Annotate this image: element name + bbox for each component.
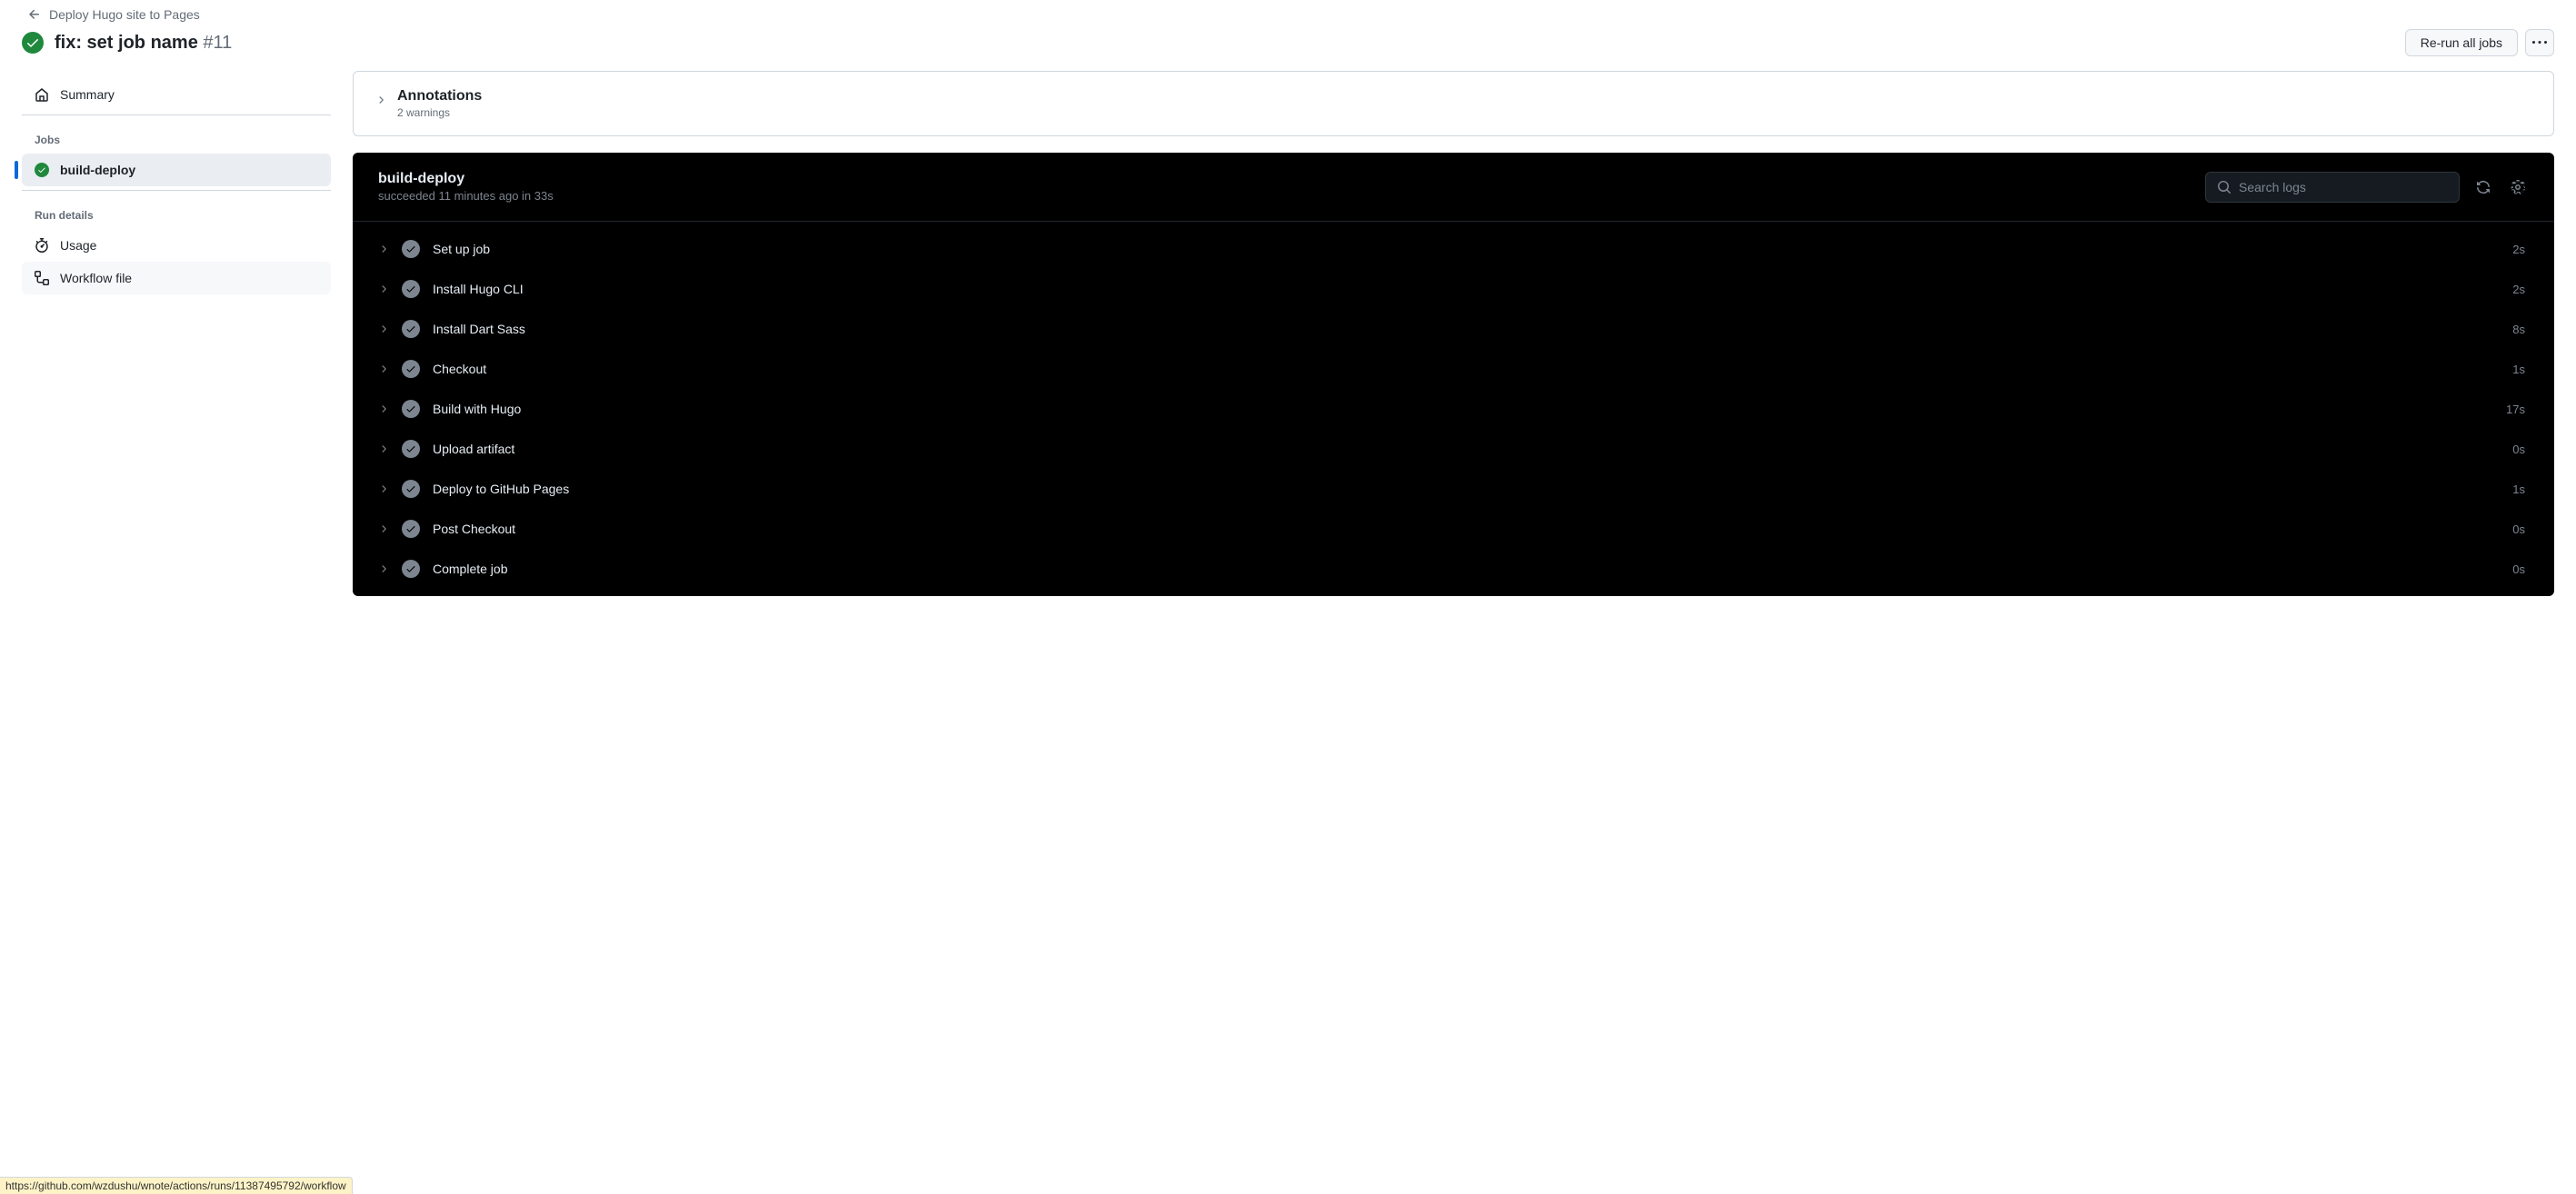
chevron-right-icon: [378, 563, 389, 574]
sidebar-item-job-build-deploy[interactable]: build-deploy: [22, 154, 331, 186]
chevron-right-icon: [378, 403, 389, 414]
log-step-duration: 0s: [2512, 562, 2529, 576]
kebab-horizontal-icon: [2532, 35, 2547, 50]
check-circle-icon: [402, 440, 420, 458]
log-step-duration: 1s: [2512, 483, 2529, 496]
sidebar-section-run-details: Run details: [22, 194, 331, 229]
check-circle-icon: [402, 360, 420, 378]
log-settings-button[interactable]: [2507, 176, 2529, 198]
log-step[interactable]: Set up job 2s: [371, 229, 2536, 269]
job-subtitle: succeeded 11 minutes ago in 33s: [378, 189, 554, 203]
gear-icon: [2511, 180, 2525, 194]
log-search-wrapper[interactable]: [2205, 172, 2460, 203]
job-title: build-deploy: [378, 171, 554, 187]
log-step-name: Build with Hugo: [433, 402, 2493, 416]
annotations-subtitle: 2 warnings: [397, 106, 482, 119]
log-step-name: Checkout: [433, 362, 2500, 376]
check-circle-icon: [402, 560, 420, 578]
sidebar-item-workflow-file[interactable]: Workflow file: [22, 262, 331, 294]
log-step-name: Set up job: [433, 242, 2500, 256]
log-step[interactable]: Upload artifact 0s: [371, 429, 2536, 469]
rerun-all-jobs-button[interactable]: Re-run all jobs: [2405, 29, 2518, 56]
search-icon: [2217, 180, 2232, 194]
run-title: fix: set job name: [55, 33, 198, 53]
log-step-duration: 0s: [2512, 522, 2529, 536]
log-step-name: Install Hugo CLI: [433, 282, 2500, 296]
log-panel: build-deploy succeeded 11 minutes ago in…: [353, 153, 2554, 596]
log-step-name: Upload artifact: [433, 442, 2500, 456]
page-header: Deploy Hugo site to Pages fix: set job n…: [22, 0, 2554, 71]
stopwatch-icon: [35, 238, 49, 253]
back-link-label: Deploy Hugo site to Pages: [49, 7, 200, 22]
refresh-logs-button[interactable]: [2472, 176, 2494, 198]
chevron-right-icon: [378, 323, 389, 334]
log-step-name: Complete job: [433, 562, 2500, 576]
log-step-duration: 2s: [2512, 283, 2529, 296]
log-step-name: Install Dart Sass: [433, 322, 2500, 336]
title-row: fix: set job name #11 Re-run all jobs: [22, 29, 2554, 56]
status-success-icon: [22, 32, 44, 54]
log-step[interactable]: Checkout 1s: [371, 349, 2536, 389]
log-step[interactable]: Deploy to GitHub Pages 1s: [371, 469, 2536, 509]
chevron-right-icon: [375, 94, 386, 108]
main-content: Annotations 2 warnings build-deploy succ…: [353, 71, 2554, 618]
sidebar-item-label: Workflow file: [60, 271, 132, 285]
log-step-duration: 1s: [2512, 363, 2529, 376]
sidebar-item-usage[interactable]: Usage: [22, 229, 331, 262]
log-steps: Set up job 2s Install Hugo CLI 2s Instal…: [353, 222, 2554, 596]
sidebar-item-label: build-deploy: [60, 163, 135, 177]
chevron-right-icon: [378, 244, 389, 254]
workflow-icon: [35, 271, 49, 285]
sidebar-item-label: Usage: [60, 238, 96, 253]
chevron-right-icon: [378, 363, 389, 374]
check-circle-icon: [402, 240, 420, 258]
log-step-duration: 0s: [2512, 443, 2529, 456]
check-circle-icon: [402, 520, 420, 538]
more-actions-button[interactable]: [2525, 29, 2554, 56]
sync-icon: [2476, 180, 2491, 194]
sidebar-item-summary[interactable]: Summary: [22, 78, 331, 111]
chevron-right-icon: [378, 483, 389, 494]
log-step[interactable]: Complete job 0s: [371, 549, 2536, 589]
check-circle-icon: [402, 480, 420, 498]
log-step[interactable]: Post Checkout 0s: [371, 509, 2536, 549]
log-step[interactable]: Install Dart Sass 8s: [371, 309, 2536, 349]
log-step-duration: 8s: [2512, 323, 2529, 336]
check-circle-icon: [35, 163, 49, 177]
sidebar-section-jobs: Jobs: [22, 119, 331, 154]
log-step-name: Deploy to GitHub Pages: [433, 482, 2500, 496]
annotations-title: Annotations: [397, 88, 482, 104]
log-step[interactable]: Install Hugo CLI 2s: [371, 269, 2536, 309]
status-url-bar: https://github.com/wzdushu/wnote/actions…: [0, 1177, 353, 1194]
back-link[interactable]: Deploy Hugo site to Pages: [27, 7, 2554, 22]
log-step-duration: 17s: [2506, 403, 2529, 416]
chevron-right-icon: [378, 523, 389, 534]
sidebar: Summary Jobs build-deploy Run details Us…: [22, 71, 331, 618]
run-number: #11: [203, 33, 232, 53]
annotations-box[interactable]: Annotations 2 warnings: [353, 71, 2554, 136]
sidebar-item-label: Summary: [60, 87, 115, 102]
log-step[interactable]: Build with Hugo 17s: [371, 389, 2536, 429]
check-circle-icon: [402, 280, 420, 298]
chevron-right-icon: [378, 284, 389, 294]
log-step-duration: 2s: [2512, 243, 2529, 256]
arrow-left-icon: [27, 7, 42, 22]
log-step-name: Post Checkout: [433, 522, 2500, 536]
check-circle-icon: [402, 400, 420, 418]
check-circle-icon: [402, 320, 420, 338]
page-title: fix: set job name #11: [55, 33, 232, 54]
search-logs-input[interactable]: [2239, 180, 2448, 194]
chevron-right-icon: [378, 443, 389, 454]
home-icon: [35, 87, 49, 102]
